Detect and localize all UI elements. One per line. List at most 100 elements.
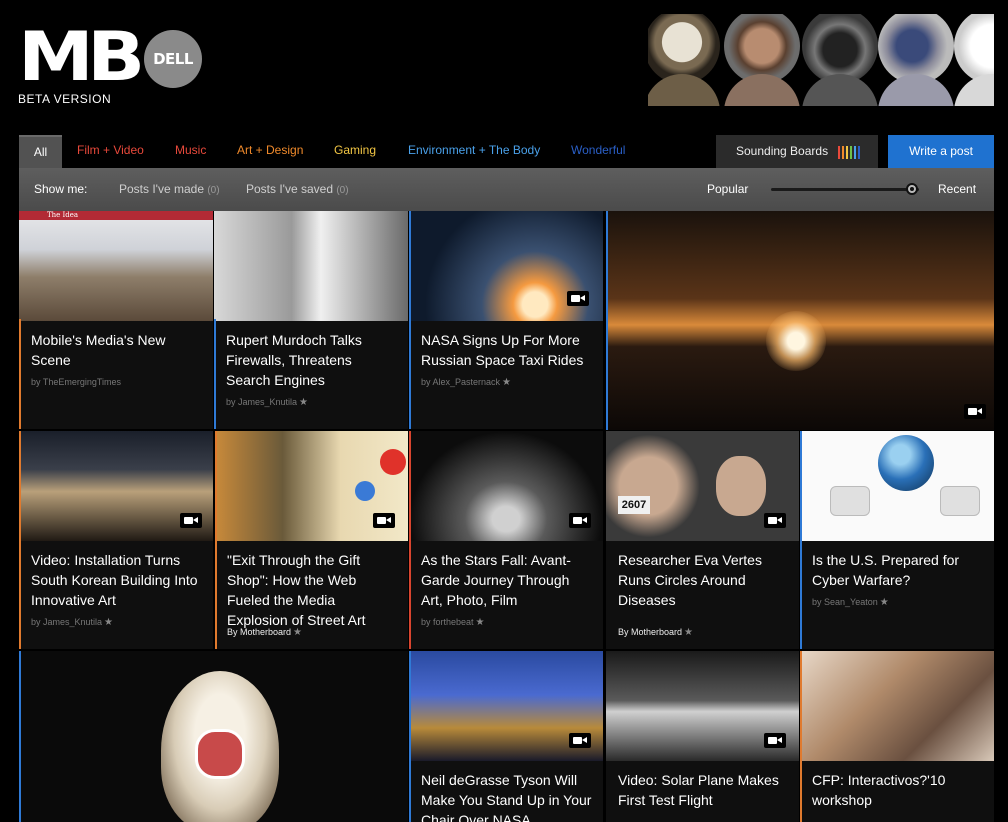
monkey-mouth [195,729,245,779]
posts-made-label: Posts I've made [119,182,204,196]
contributor-photo[interactable] [878,74,954,106]
post-byline[interactable]: by James_Knutila ★ [31,617,113,628]
sounding-bars-icon [838,146,860,159]
category-edge [19,651,21,822]
author-name[interactable]: by forthebeat [421,617,474,627]
post-byline[interactable]: By Motherboard ★ [227,627,302,638]
category-edge [19,319,21,429]
monkey-image [161,671,279,822]
posts-made-count: (0) [207,185,220,196]
sounding-boards-label: Sounding Boards [736,144,829,158]
post-card[interactable]: NASA Signs Up For More Russian Space Tax… [409,211,603,429]
motherboard-logo[interactable]: MB DELL BETA VERSION [18,24,204,110]
post-title[interactable]: Is the U.S. Prepared for Cyber Warfare? [812,550,984,590]
post-title[interactable]: As the Stars Fall: Avant-Garde Journey T… [421,550,593,610]
post-byline[interactable]: by Alex_Pasternack ★ [421,377,511,388]
post-title[interactable]: Video: Installation Turns South Korean B… [31,550,203,610]
post-grid: The Idea Mobile's Media's New Scene by T… [19,211,994,822]
category-edge [800,651,802,822]
save-star-icon[interactable]: ★ [502,377,511,388]
post-card[interactable]: Rupert Murdoch Talks Firewalls, Threaten… [214,211,408,429]
tab-gaming[interactable]: Gaming [334,135,376,168]
category-edge [215,431,217,649]
post-title[interactable]: Video: Solar Plane Makes First Test Flig… [618,770,790,810]
popular-recent-slider[interactable] [771,188,919,191]
tab-all[interactable]: All [19,135,62,168]
sounding-bar [846,146,848,159]
tab-wonderful[interactable]: Wonderful [571,135,625,168]
save-star-icon[interactable]: ★ [299,397,308,408]
posts-made-link[interactable]: Posts I've made (0) [119,182,220,196]
globe-graphic [878,435,934,491]
video-camera-icon [964,404,986,419]
post-card[interactable]: "Exit Through the Gift Shop": How the We… [215,431,408,649]
save-star-icon[interactable]: ★ [880,597,889,608]
post-title[interactable]: NASA Signs Up For More Russian Space Tax… [421,330,593,370]
contributor-photo[interactable] [802,74,878,106]
sounding-bar [842,146,844,159]
posts-saved-link[interactable]: Posts I've saved (0) [246,182,349,196]
post-thumbnail [409,211,603,321]
post-byline[interactable]: by TheEmergingTimes [31,377,121,387]
post-card[interactable]: 2607 Researcher Eva Vertes Runs Circles … [606,431,799,649]
author-name[interactable]: by TheEmergingTimes [31,377,121,387]
category-edge [214,319,216,429]
sounding-boards-button[interactable]: Sounding Boards [716,135,878,168]
contributor-photo[interactable] [724,74,800,106]
post-thumbnail [800,651,994,761]
featured-post-card[interactable] [19,651,408,822]
post-title[interactable]: Mobile's Media's New Scene [31,330,203,370]
post-byline[interactable]: by James_Knutila ★ [226,397,308,408]
joystick-graphic [830,486,870,516]
author-name[interactable]: by James_Knutila [31,617,102,627]
tab-art-design[interactable]: Art + Design [237,135,303,168]
post-thumbnail [215,431,408,541]
author-name[interactable]: By Motherboard [618,627,682,637]
post-card[interactable]: Video: Installation Turns South Korean B… [19,431,213,649]
post-card[interactable]: As the Stars Fall: Avant-Garde Journey T… [409,431,603,649]
contributor-photo[interactable] [954,74,994,106]
post-byline[interactable]: by forthebeat ★ [421,617,485,628]
post-byline[interactable]: By Motherboard ★ [618,627,693,638]
contributor-photo[interactable] [648,74,720,106]
post-title[interactable]: Researcher Eva Vertes Runs Circles Aroun… [618,550,790,610]
post-card[interactable]: CFP: Interactivos?'10 workshop [800,651,994,822]
dell-logo: DELL [144,30,202,88]
author-name[interactable]: by Alex_Pasternack [421,377,500,387]
post-card[interactable]: Is the U.S. Prepared for Cyber Warfare? … [800,431,994,649]
post-card[interactable]: The Idea Mobile's Media's New Scene by T… [19,211,213,429]
category-nav: All Film + Video Music Art + Design Gami… [19,135,994,168]
post-title[interactable]: "Exit Through the Gift Shop": How the We… [227,550,399,630]
save-star-icon[interactable]: ★ [476,617,485,628]
show-me-label: Show me: [34,182,88,196]
video-camera-icon [764,513,786,528]
save-star-icon[interactable]: ★ [104,617,113,628]
post-card[interactable]: Video: Solar Plane Makes First Test Flig… [606,651,799,822]
author-name[interactable]: by James_Knutila [226,397,297,407]
author-name[interactable]: by Sean_Yeaton [812,597,878,607]
save-star-icon[interactable]: ★ [293,627,302,638]
save-star-icon[interactable]: ★ [684,627,693,638]
post-title[interactable]: CFP: Interactivos?'10 workshop [812,770,984,810]
posts-saved-count: (0) [336,185,349,196]
filter-bar: Show me: Posts I've made (0) Posts I've … [19,168,994,211]
sounding-bar [850,146,852,159]
blue-dot [355,481,375,501]
post-card[interactable]: Neil deGrasse Tyson Will Make You Stand … [409,651,603,822]
post-title[interactable]: Neil deGrasse Tyson Will Make You Stand … [421,770,593,822]
tab-environment-body[interactable]: Environment + The Body [408,135,540,168]
video-camera-icon [373,513,395,528]
author-name[interactable]: By Motherboard [227,627,291,637]
post-title[interactable]: Rupert Murdoch Talks Firewalls, Threaten… [226,330,398,390]
write-post-button[interactable]: Write a post [888,135,994,168]
post-byline[interactable]: by Sean_Yeaton ★ [812,597,889,608]
tab-music[interactable]: Music [175,135,206,168]
video-camera-icon [569,733,591,748]
beta-label: BETA VERSION [18,92,112,106]
post-thumbnail [214,211,408,321]
posts-saved-label: Posts I've saved [246,182,333,196]
slider-handle[interactable] [906,183,918,195]
featured-post-card[interactable] [606,211,994,430]
category-edge [19,431,21,649]
tab-film-video[interactable]: Film + Video [77,135,144,168]
